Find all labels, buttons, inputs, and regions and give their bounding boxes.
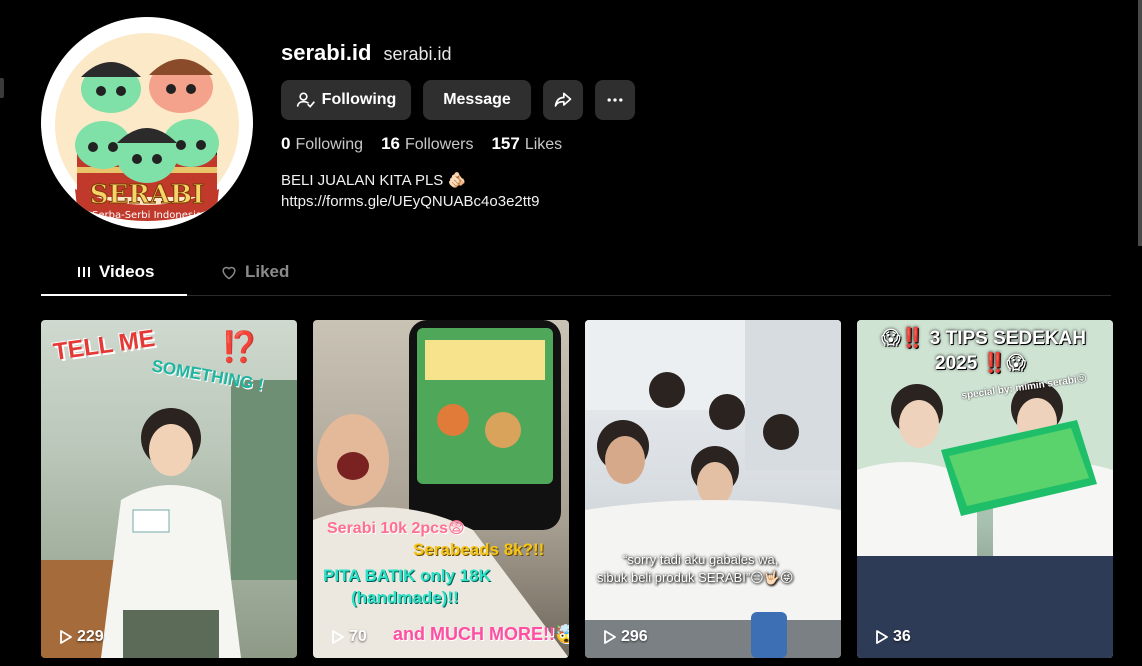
- svg-text:Serba-Serbi Indonesia: Serba-Serbi Indonesia: [92, 210, 202, 221]
- heart-icon: [222, 266, 236, 280]
- following-button-label: Following: [321, 91, 397, 108]
- overlay-text: PITA BATIK only 18K: [323, 566, 491, 585]
- overlay-text: 😱‼️ 3 TIPS SEDEKAH: [881, 328, 1087, 349]
- svg-text:SERABI: SERABI: [90, 180, 205, 210]
- view-count: 229: [57, 628, 104, 646]
- user-check-icon: [296, 92, 315, 108]
- view-count: 296: [601, 628, 648, 646]
- share-button[interactable]: [543, 80, 583, 120]
- profile-avatar[interactable]: SERABI Serba-Serbi Indonesia: [41, 17, 253, 229]
- active-tab-indicator: [41, 294, 187, 296]
- video-card[interactable]: 😱‼️ 3 TIPS SEDEKAH 2025 ‼️😱 special by: …: [857, 320, 1113, 658]
- following-button[interactable]: Following: [281, 80, 411, 120]
- grid-icon: [78, 267, 90, 277]
- tab-liked[interactable]: Liked: [220, 262, 289, 282]
- overlay-text: Serabeads 8k?!!: [413, 540, 545, 559]
- video-card[interactable]: “sorry tadi aku gabales wa, sibuk beli p…: [585, 320, 841, 658]
- profile-tabs: Videos Liked: [41, 256, 1111, 296]
- bio-link[interactable]: https://forms.gle/UEyQNUABc4o3e2tt9: [281, 191, 539, 212]
- play-icon: [876, 630, 888, 644]
- window-edge-left: [0, 78, 4, 98]
- share-icon: [554, 92, 572, 107]
- overlay-text: and MUCH MORE!!🤯: [393, 624, 569, 644]
- overlay-text: (handmade)!!: [351, 588, 459, 607]
- scrollbar[interactable]: [1138, 0, 1142, 246]
- view-count: 70: [329, 628, 367, 646]
- profile-names: serabi.id serabi.id: [281, 40, 452, 66]
- play-icon: [60, 630, 72, 644]
- profile-bio: BELI JUALAN KITA PLS 🫵🏻 https://forms.gl…: [281, 170, 539, 212]
- bio-text: BELI JUALAN KITA PLS 🫵🏻: [281, 172, 467, 189]
- profile-actions: Following Message: [281, 80, 635, 120]
- avatar-illustration: SERABI Serba-Serbi Indonesia: [43, 19, 251, 227]
- profile-subtitle: serabi.id: [383, 44, 452, 64]
- overlay-text: Serabi 10k 2pcs😨: [327, 520, 465, 537]
- tab-videos[interactable]: Videos: [76, 262, 154, 282]
- play-icon: [332, 630, 344, 644]
- overlay-text: 2025 ‼️😱: [935, 353, 1027, 374]
- video-card[interactable]: Serabi 10k 2pcs😨 Serabeads 8k?!! PITA BA…: [313, 320, 569, 658]
- overlay-text: “sorry tadi aku gabales wa,: [623, 552, 779, 567]
- message-button[interactable]: Message: [423, 80, 531, 120]
- more-button[interactable]: [595, 80, 635, 120]
- overlay-text: sibuk beli produk SERABI”😑🤟🏻😜: [597, 570, 794, 585]
- video-thumbnail: [585, 320, 841, 658]
- stat-following[interactable]: 0 Following: [281, 134, 363, 154]
- more-icon: [607, 98, 623, 102]
- profile-stats: 0 Following 16 Followers 157 Likes: [281, 134, 562, 154]
- stat-likes: 157 Likes: [491, 134, 563, 153]
- profile-title: serabi.id: [281, 40, 372, 65]
- play-icon: [604, 630, 616, 644]
- video-card[interactable]: TELL ME SOMETHING ! ⁉️ 229: [41, 320, 297, 658]
- video-grid: TELL ME SOMETHING ! ⁉️ 229 Serabi 10k 2p…: [41, 320, 1113, 658]
- message-button-label: Message: [443, 91, 511, 108]
- view-count: 36: [873, 628, 911, 646]
- overlay-text: ⁉️: [221, 331, 259, 364]
- stat-followers[interactable]: 16 Followers: [381, 134, 473, 154]
